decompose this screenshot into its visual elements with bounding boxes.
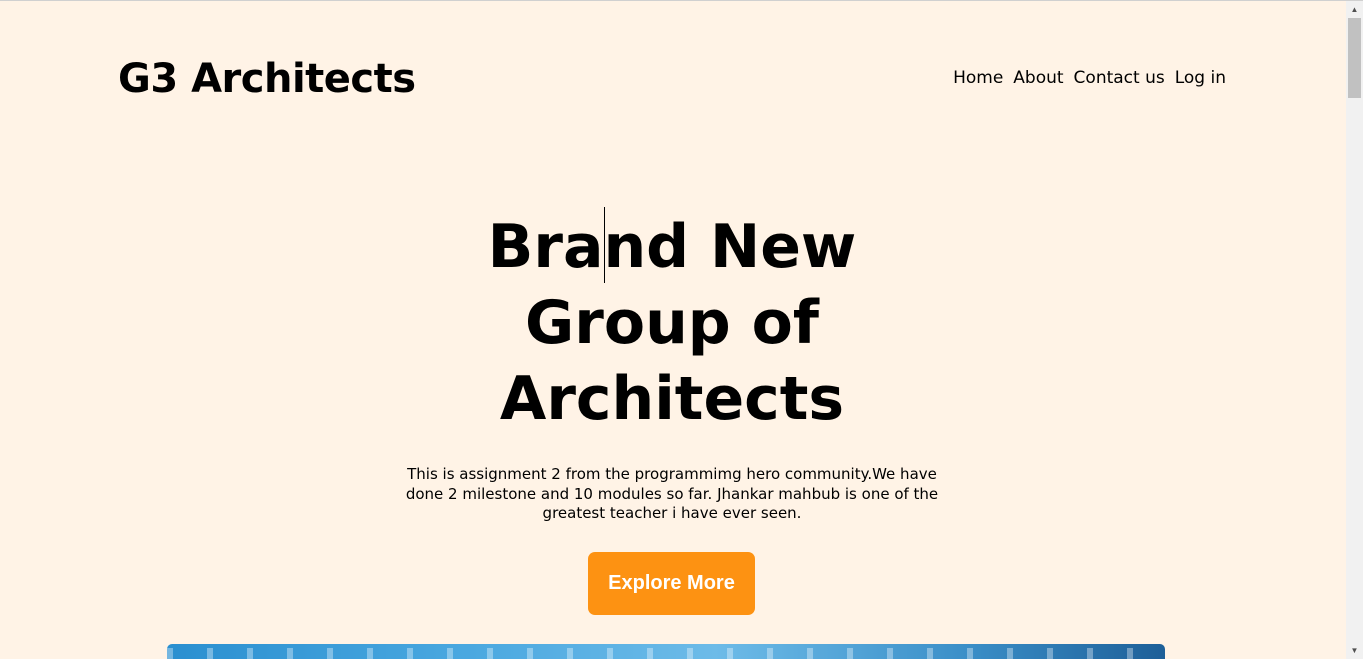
vertical-scrollbar[interactable]: ▲ ▼ <box>1346 1 1363 659</box>
main-nav: Home About Contact us Log in <box>953 68 1226 88</box>
text-cursor <box>604 207 605 283</box>
hero-title: Brand New Group of Architects <box>471 209 873 437</box>
nav-home-link[interactable]: Home <box>953 68 1003 88</box>
site-header: G3 Architects Home About Contact us Log … <box>118 51 1226 111</box>
nav-login-link[interactable]: Log in <box>1175 68 1226 88</box>
site-logo[interactable]: G3 Architects <box>118 51 416 107</box>
hero-banner-image <box>167 644 1165 659</box>
scroll-thumb[interactable] <box>1348 18 1361 98</box>
nav-contact-link[interactable]: Contact us <box>1074 68 1165 88</box>
page: G3 Architects Home About Contact us Log … <box>0 1 1346 659</box>
triangle-down-icon[interactable]: ▼ <box>1346 642 1363 659</box>
explore-more-button[interactable]: Explore More <box>588 552 755 615</box>
hero-title-line: Architects <box>499 364 845 434</box>
hero-description: This is assignment 2 from the programmim… <box>405 465 939 522</box>
hero-title-line: Group of <box>525 288 819 358</box>
nav-about-link[interactable]: About <box>1013 68 1063 88</box>
triangle-up-icon[interactable]: ▲ <box>1346 1 1363 18</box>
hero-title-line: Brand New <box>487 212 857 282</box>
